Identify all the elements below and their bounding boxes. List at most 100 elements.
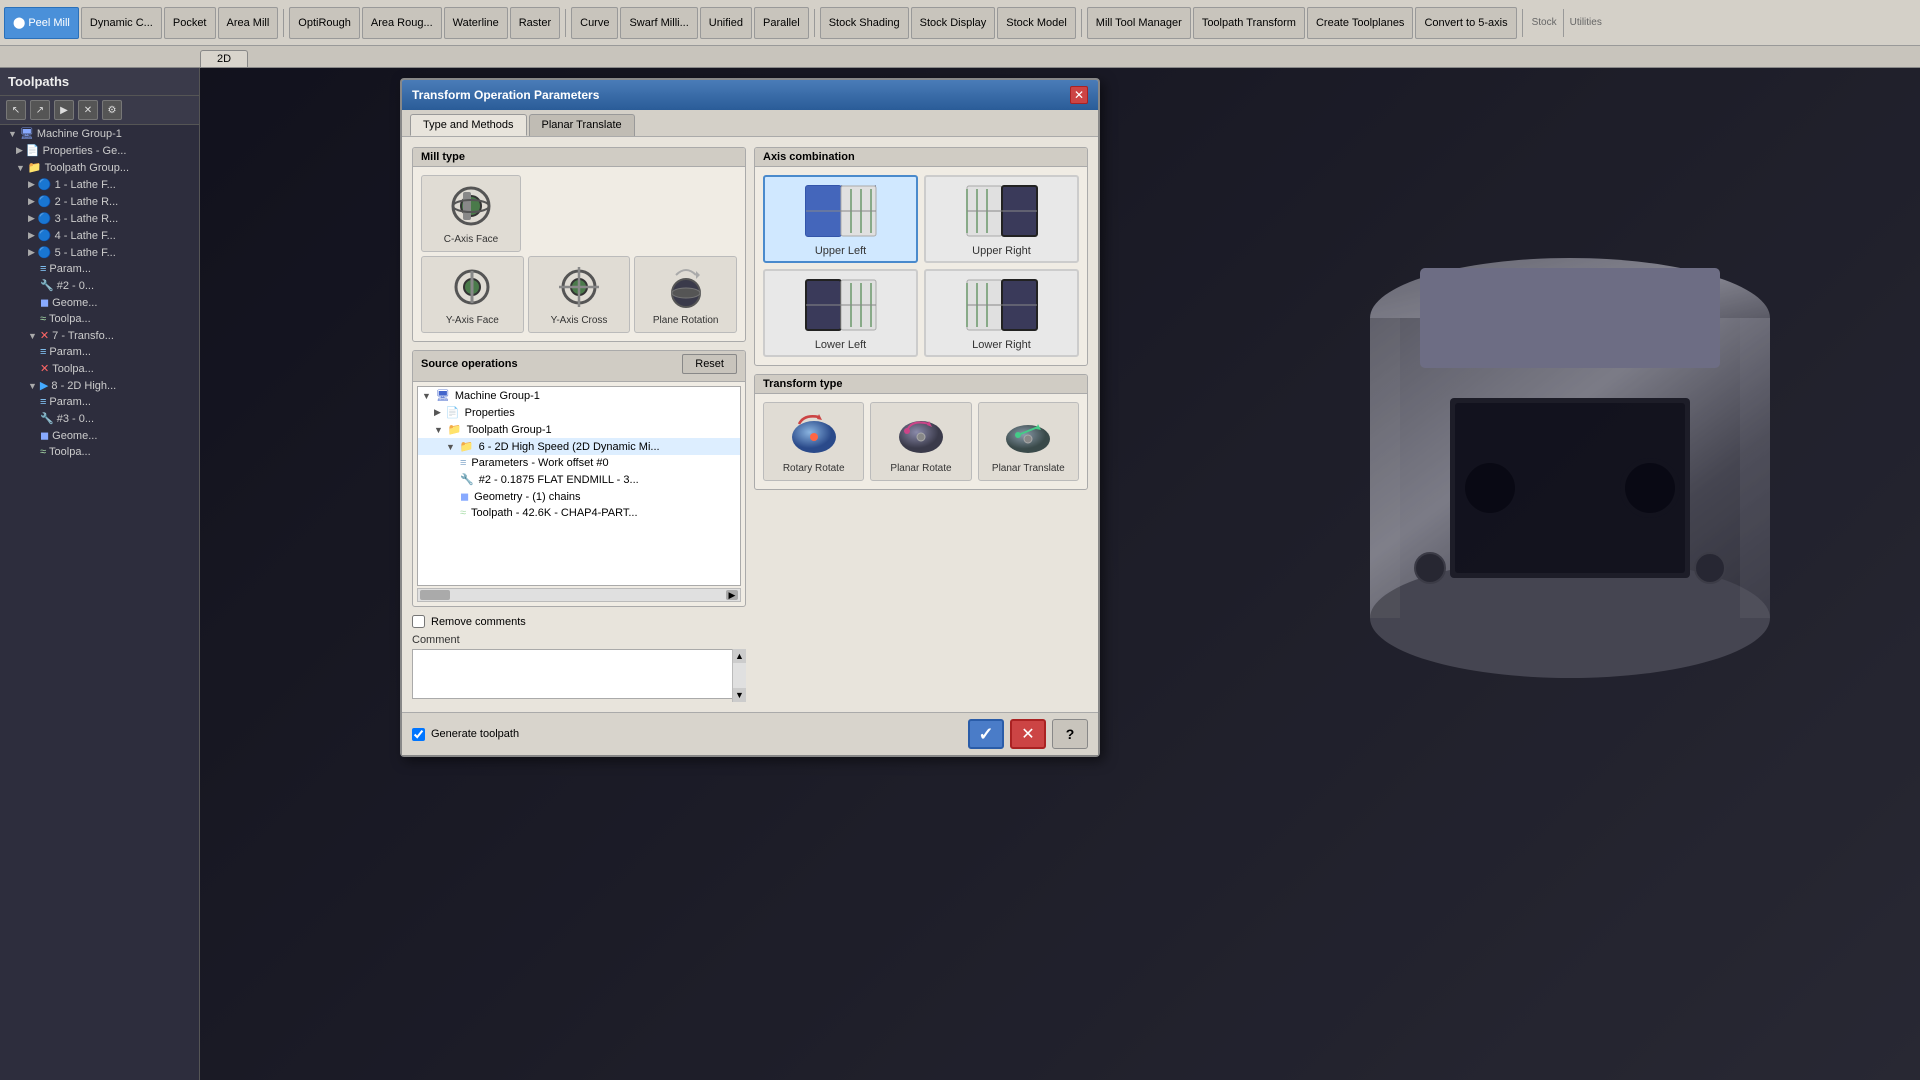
- toolbar-btn-waterline[interactable]: Waterline: [444, 7, 508, 39]
- axis-lower-right[interactable]: Lower Right: [924, 269, 1079, 357]
- axis-upper-right[interactable]: Upper Right: [924, 175, 1079, 263]
- ops-tree-toolpath-group[interactable]: ▼ 📁 Toolpath Group-1: [418, 421, 740, 438]
- toolbar-btn-swarf-mill[interactable]: Swarf Milli...: [620, 7, 697, 39]
- toolbar-btn-area-rough[interactable]: Area Roug...: [362, 7, 442, 39]
- tree-properties[interactable]: ▶ 📄 Properties - Ge...: [0, 142, 199, 159]
- mill-type-y-axis-cross[interactable]: Y-Axis Cross: [528, 256, 631, 333]
- peel-mill-icon: ⬤: [13, 16, 25, 29]
- mill-type-plane-rotation[interactable]: Plane Rotation: [634, 256, 737, 333]
- op8-expand: ▼: [28, 381, 37, 391]
- tree-param-8[interactable]: ≡ Param...: [0, 394, 199, 410]
- remove-comments-checkbox[interactable]: [412, 615, 425, 628]
- comment-vscroll[interactable]: ▲ ▼: [732, 649, 746, 702]
- ops-tree-op6-param[interactable]: ≡ Parameters - Work offset #0: [418, 455, 740, 471]
- tree-lathe1[interactable]: ▶ 🔵 1 - Lathe F...: [0, 176, 199, 193]
- ok-icon: ✓: [978, 724, 993, 745]
- tree-lathe4[interactable]: ▶ 🔵 4 - Lathe F...: [0, 227, 199, 244]
- transform-planar-rotate[interactable]: Planar Rotate: [870, 402, 971, 481]
- utilities-label: Utilities: [1566, 17, 1606, 28]
- tab-2d[interactable]: 2D: [200, 50, 248, 67]
- tab-planar-translate[interactable]: Planar Translate: [529, 114, 635, 136]
- transform-planar-translate[interactable]: Planar Translate: [978, 402, 1079, 481]
- param1-icon: ≡: [40, 263, 46, 275]
- tool2-icon: ≈: [40, 446, 46, 458]
- tree-transform7[interactable]: ▼ ✕ 7 - Transfo...: [0, 327, 199, 344]
- tree-lathe3[interactable]: ▶ 🔵 3 - Lathe R...: [0, 210, 199, 227]
- toolbar-btn-dynamic-c[interactable]: Dynamic C...: [81, 7, 162, 39]
- upper-left-label: Upper Left: [815, 245, 866, 257]
- ops-tree-op6[interactable]: ▼ 📁 6 - 2D High Speed (2D Dynamic Mi...: [418, 438, 740, 455]
- dialog-close-button[interactable]: ✕: [1070, 86, 1088, 104]
- sidebar-btn-arrow[interactable]: ↖: [6, 100, 26, 120]
- ops-tree-hscroll[interactable]: ▶: [417, 588, 741, 602]
- tree-param1[interactable]: ≡ Param...: [0, 261, 199, 277]
- ops-tree-op6-path[interactable]: ≈ Toolpath - 42.6K - CHAP4-PART...: [418, 505, 740, 521]
- mill-type-c-axis-face[interactable]: C-Axis Face: [421, 175, 521, 252]
- main-toolbar: ⬤ Peel Mill Dynamic C... Pocket Area Mil…: [0, 0, 1920, 46]
- toolbar-btn-convert-5axis[interactable]: Convert to 5-axis: [1415, 7, 1516, 39]
- ok-button[interactable]: ✓: [968, 719, 1004, 749]
- tab-type-methods[interactable]: Type and Methods: [410, 114, 527, 136]
- dialog-tabs: Type and Methods Planar Translate: [402, 110, 1098, 137]
- l5-expand: ▶: [28, 247, 35, 258]
- tree-lathe2[interactable]: ▶ 🔵 2 - Lathe R...: [0, 193, 199, 210]
- tree-geom1[interactable]: ◼ Geome...: [0, 294, 199, 311]
- ops-tree[interactable]: ▼ 🖥 Machine Group-1 ▶ 📄 Properties: [417, 386, 741, 586]
- comment-textarea[interactable]: [412, 649, 746, 699]
- toolbar-btn-stock-model[interactable]: Stock Model: [997, 7, 1076, 39]
- tree-toolpath-group[interactable]: ▼ 📁 Toolpath Group...: [0, 159, 199, 176]
- tree-param-t[interactable]: ≡ Param...: [0, 344, 199, 360]
- l2-expand: ▶: [28, 196, 35, 207]
- toolbar-btn-unified[interactable]: Unified: [700, 7, 752, 39]
- tree-param3[interactable]: 🔧 #3 - 0...: [0, 410, 199, 427]
- toolbar-btn-stock-display[interactable]: Stock Display: [911, 7, 996, 39]
- toolbar-btn-optirough[interactable]: OptiRough: [289, 7, 360, 39]
- help-button[interactable]: ?: [1052, 719, 1088, 749]
- mill-type-y-axis-face[interactable]: Y-Axis Face: [421, 256, 524, 333]
- tree-tool2[interactable]: ≈ Toolpa...: [0, 444, 199, 460]
- ops-tree-op6-geom[interactable]: ◼ Geometry - (1) chains: [418, 488, 740, 505]
- reset-button[interactable]: Reset: [682, 354, 737, 374]
- toolbar-btn-pocket[interactable]: Pocket: [164, 7, 216, 39]
- ops-tree-op6-tool[interactable]: 🔧 #2 - 0.1875 FLAT ENDMILL - 3...: [418, 471, 740, 488]
- generate-toolpath-checkbox[interactable]: [412, 728, 425, 741]
- tree-machine-group[interactable]: ▼ 🖥 Machine Group-1: [0, 125, 199, 142]
- planar-translate-icon: [998, 409, 1058, 459]
- cancel-button[interactable]: ✕: [1010, 719, 1046, 749]
- ops-tree-props[interactable]: ▶ 📄 Properties: [418, 404, 740, 421]
- op8-icon: ▶: [40, 379, 48, 392]
- toolbar-btn-raster[interactable]: Raster: [510, 7, 560, 39]
- tree-lathe5[interactable]: ▶ 🔵 5 - Lathe F...: [0, 244, 199, 261]
- toolpath-t-icon: ✕: [40, 362, 49, 375]
- tree-op8[interactable]: ▼ ▶ 8 - 2D High...: [0, 377, 199, 394]
- toolbar-btn-peel-mill[interactable]: ⬤ Peel Mill: [4, 7, 79, 39]
- toolbar-btn-parallel[interactable]: Parallel: [754, 7, 809, 39]
- transform-dialog: Transform Operation Parameters ✕ Type an…: [400, 78, 1100, 757]
- toolbar-btn-mill-tool-mgr[interactable]: Mill Tool Manager: [1087, 7, 1191, 39]
- tree-param2[interactable]: 🔧 #2 - 0...: [0, 277, 199, 294]
- tree-geom2[interactable]: ◼ Geome...: [0, 427, 199, 444]
- toolbar-btn-curve[interactable]: Curve: [571, 7, 618, 39]
- toolbar-btn-toolpath-transform[interactable]: Toolpath Transform: [1193, 7, 1305, 39]
- ops-tree-machine-group[interactable]: ▼ 🖥 Machine Group-1: [418, 387, 740, 404]
- lower-right-label: Lower Right: [972, 339, 1031, 351]
- axis-lower-left[interactable]: Lower Left: [763, 269, 918, 357]
- tree-tool1[interactable]: ≈ Toolpa...: [0, 311, 199, 327]
- sidebar-btn-play[interactable]: ▶: [54, 100, 74, 120]
- transform-type-body: Rotary Rotate: [755, 394, 1087, 489]
- c-axis-face-icon: [441, 182, 501, 230]
- toolbar-btn-create-toolplanes[interactable]: Create Toolplanes: [1307, 7, 1413, 39]
- sidebar-btn-cursor[interactable]: ↗: [30, 100, 50, 120]
- tree-toolpath-t[interactable]: ✕ Toolpa...: [0, 360, 199, 377]
- sidebar-btn-settings[interactable]: ⚙: [102, 100, 122, 120]
- sidebar-btn-stop[interactable]: ✕: [78, 100, 98, 120]
- toolbar-btn-stock-shading[interactable]: Stock Shading: [820, 7, 909, 39]
- y-axis-cross-label: Y-Axis Cross: [551, 315, 608, 326]
- axis-upper-left[interactable]: Upper Left: [763, 175, 918, 263]
- toolbar-btn-area-mill[interactable]: Area Mill: [218, 7, 279, 39]
- transform-rotary-rotate[interactable]: Rotary Rotate: [763, 402, 864, 481]
- axis-combo-section: Axis combination: [754, 147, 1088, 366]
- ops-op6-param-icon: ≡: [460, 457, 466, 469]
- geom2-icon: ◼: [40, 429, 49, 442]
- geom1-icon: ◼: [40, 296, 49, 309]
